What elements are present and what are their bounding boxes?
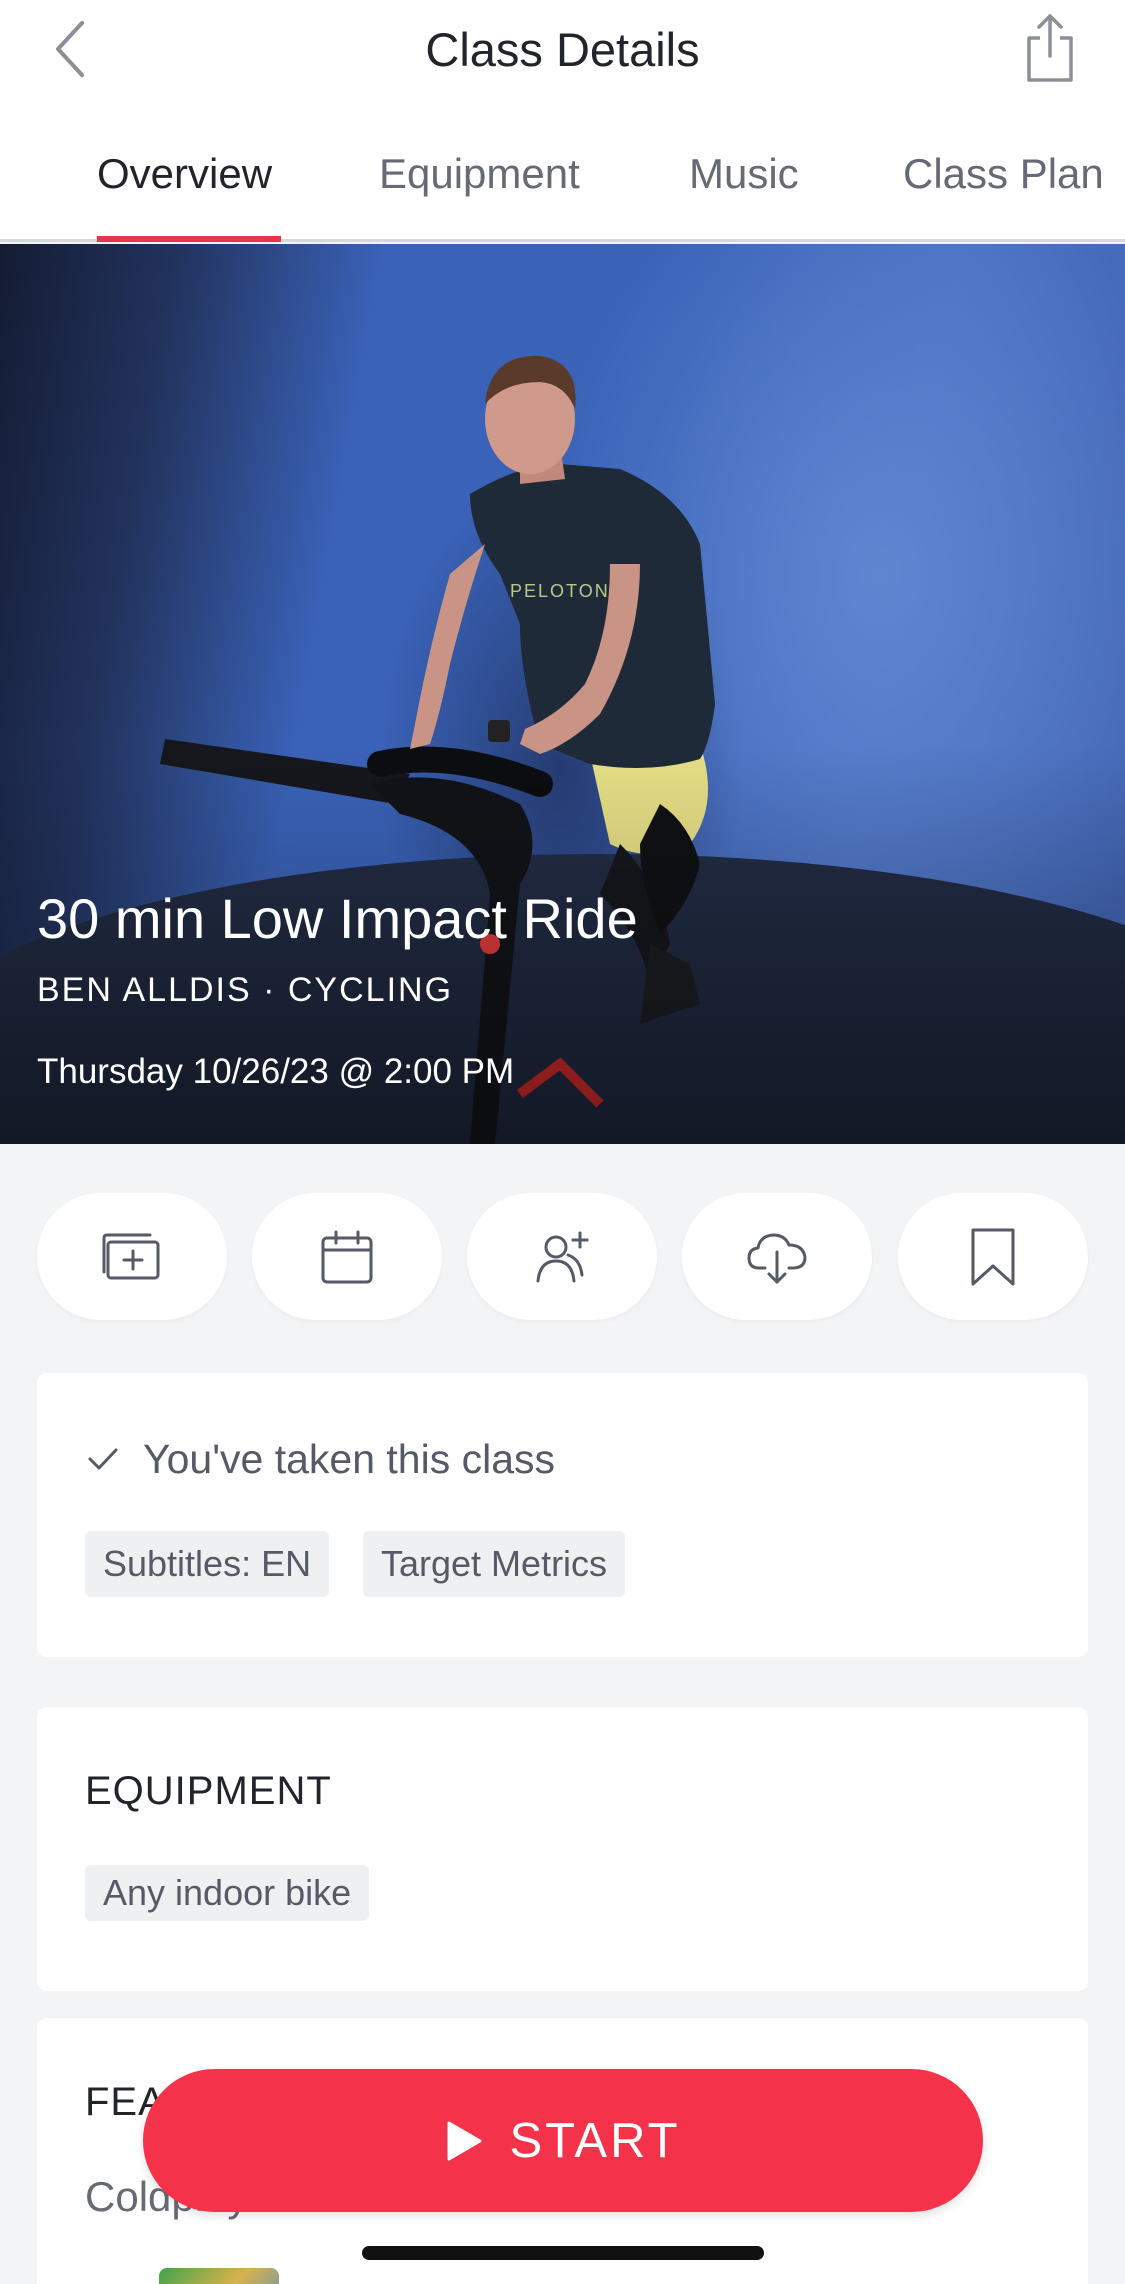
tab-overview[interactable]: Overview [97,150,272,198]
active-tab-indicator [97,236,281,242]
home-indicator [362,2246,764,2260]
schedule-button[interactable] [252,1193,442,1320]
equipment-tag: Any indoor bike [85,1865,370,1921]
class-hero-image: PELOTON 30 min Low Impact Ride BEN ALLDI… [0,244,1125,1144]
share-button[interactable] [1015,8,1085,88]
target-metrics-tag: Target Metrics [363,1531,626,1597]
tab-music[interactable]: Music [689,150,799,198]
taken-status: You've taken this class [87,1429,555,1489]
bookmark-icon [971,1228,1015,1285]
instructor-discipline: BEN ALLDIS · CYCLING [37,971,454,1009]
class-status-card: You've taken this class Subtitles: EN Ta… [37,1373,1088,1657]
add-to-stack-button[interactable] [37,1193,227,1320]
invite-friends-button[interactable] [467,1193,657,1320]
calendar-icon [321,1230,373,1283]
bookmark-button[interactable] [898,1193,1088,1320]
album-art-thumbnail [159,2268,279,2284]
share-icon [1027,14,1073,82]
start-button-label: START [509,2113,681,2168]
equipment-heading: EQUIPMENT [85,1769,332,1813]
top-bar: Class Details Overview Equipment Music C… [0,0,1125,242]
class-date: Thursday 10/26/23 @ 2:00 PM [37,1052,515,1091]
tab-bar: Overview Equipment Music Class Plan [0,130,1125,242]
page-title: Class Details [425,22,700,76]
svg-text:PELOTON: PELOTON [510,581,610,601]
add-user-icon [536,1231,589,1282]
taken-status-text: You've taken this class [143,1435,556,1482]
tab-equipment[interactable]: Equipment [379,150,580,198]
download-button[interactable] [682,1193,872,1320]
tab-class-plan[interactable]: Class Plan [903,150,1104,198]
add-to-stack-icon [102,1233,160,1279]
start-button[interactable]: START [143,2069,983,2212]
cloud-download-icon [747,1233,807,1283]
action-buttons-row [37,1193,1088,1320]
class-title: 30 min Low Impact Ride [37,887,638,950]
play-icon [447,2121,482,2160]
subtitles-tag: Subtitles: EN [85,1531,330,1597]
checkmark-icon [88,1448,118,1470]
equipment-card: EQUIPMENT Any indoor bike [37,1707,1088,1991]
